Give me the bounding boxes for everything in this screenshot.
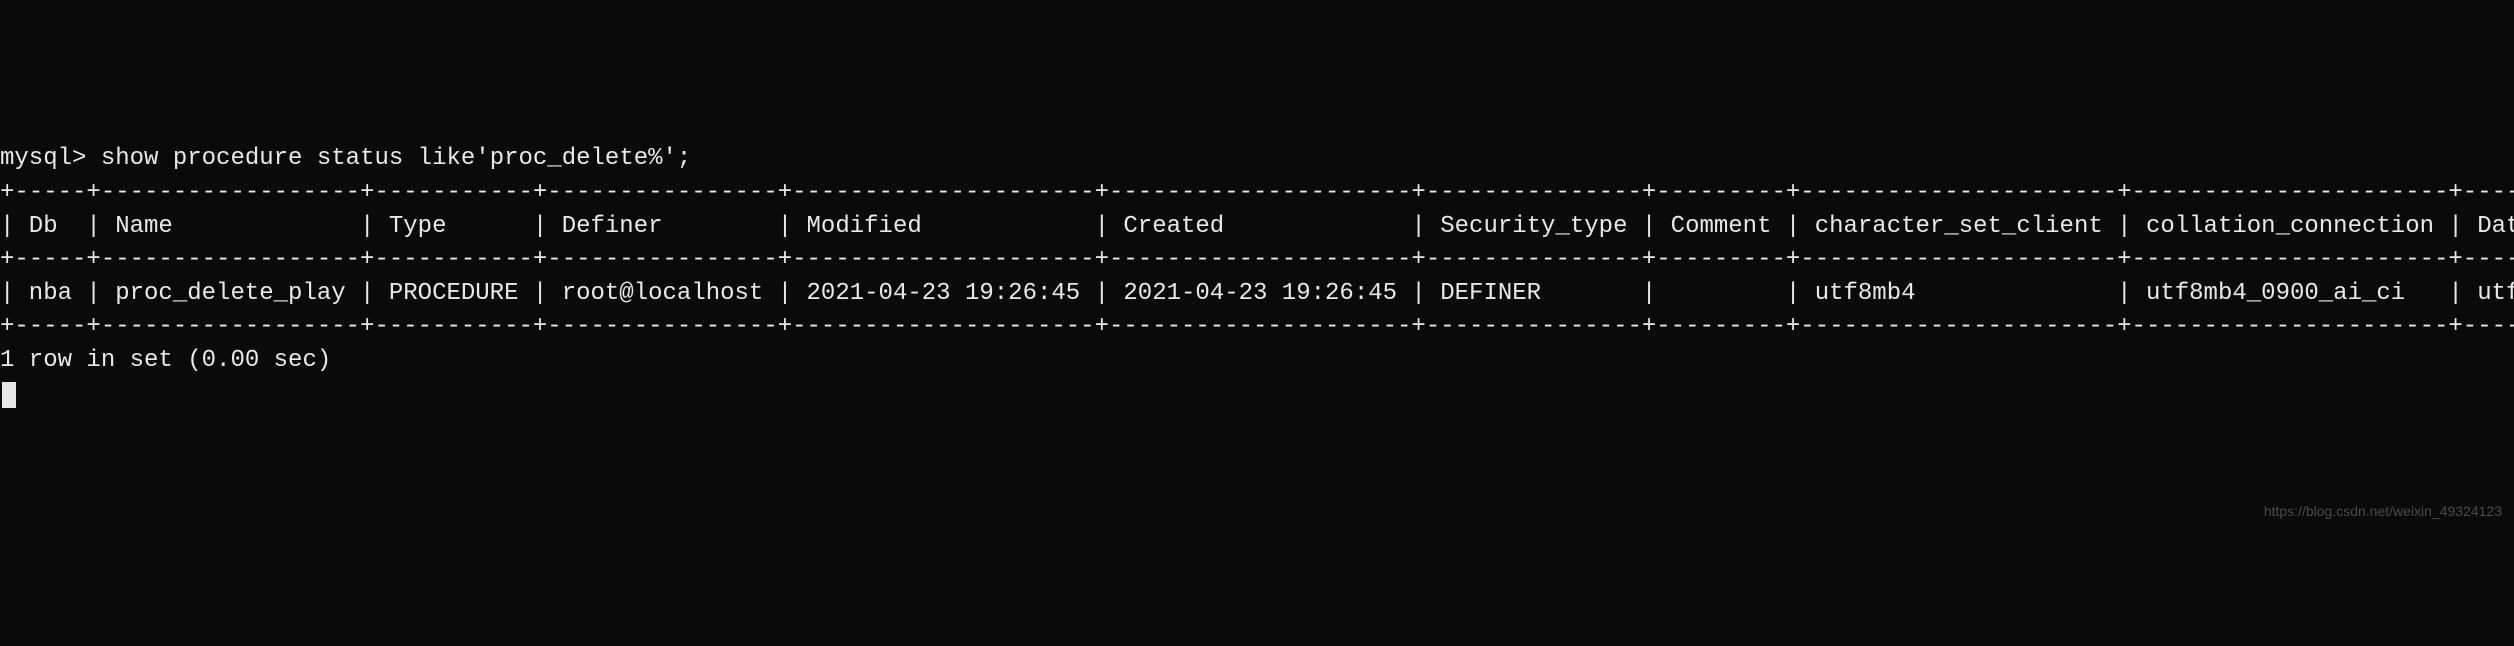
table-separator-top: +-----+------------------+-----------+--… bbox=[0, 179, 2514, 206]
watermark-text: https://blog.csdn.net/weixin_49324123 bbox=[2264, 502, 2502, 522]
terminal-cursor bbox=[2, 382, 16, 408]
table-data-row: | nba | proc_delete_play | PROCEDURE | r… bbox=[0, 280, 2514, 307]
table-separator-bottom: +-----+------------------+-----------+--… bbox=[0, 313, 2514, 340]
mysql-prompt: mysql> bbox=[0, 145, 101, 172]
table-separator-mid: +-----+------------------+-----------+--… bbox=[0, 246, 2514, 273]
terminal-output: mysql> show procedure status like'proc_d… bbox=[0, 142, 2514, 411]
sql-command: show procedure status like'proc_delete%'… bbox=[101, 145, 692, 172]
result-footer: 1 row in set (0.00 sec) bbox=[0, 347, 331, 374]
table-header-row: | Db | Name | Type | Definer | Modified … bbox=[0, 213, 2514, 240]
